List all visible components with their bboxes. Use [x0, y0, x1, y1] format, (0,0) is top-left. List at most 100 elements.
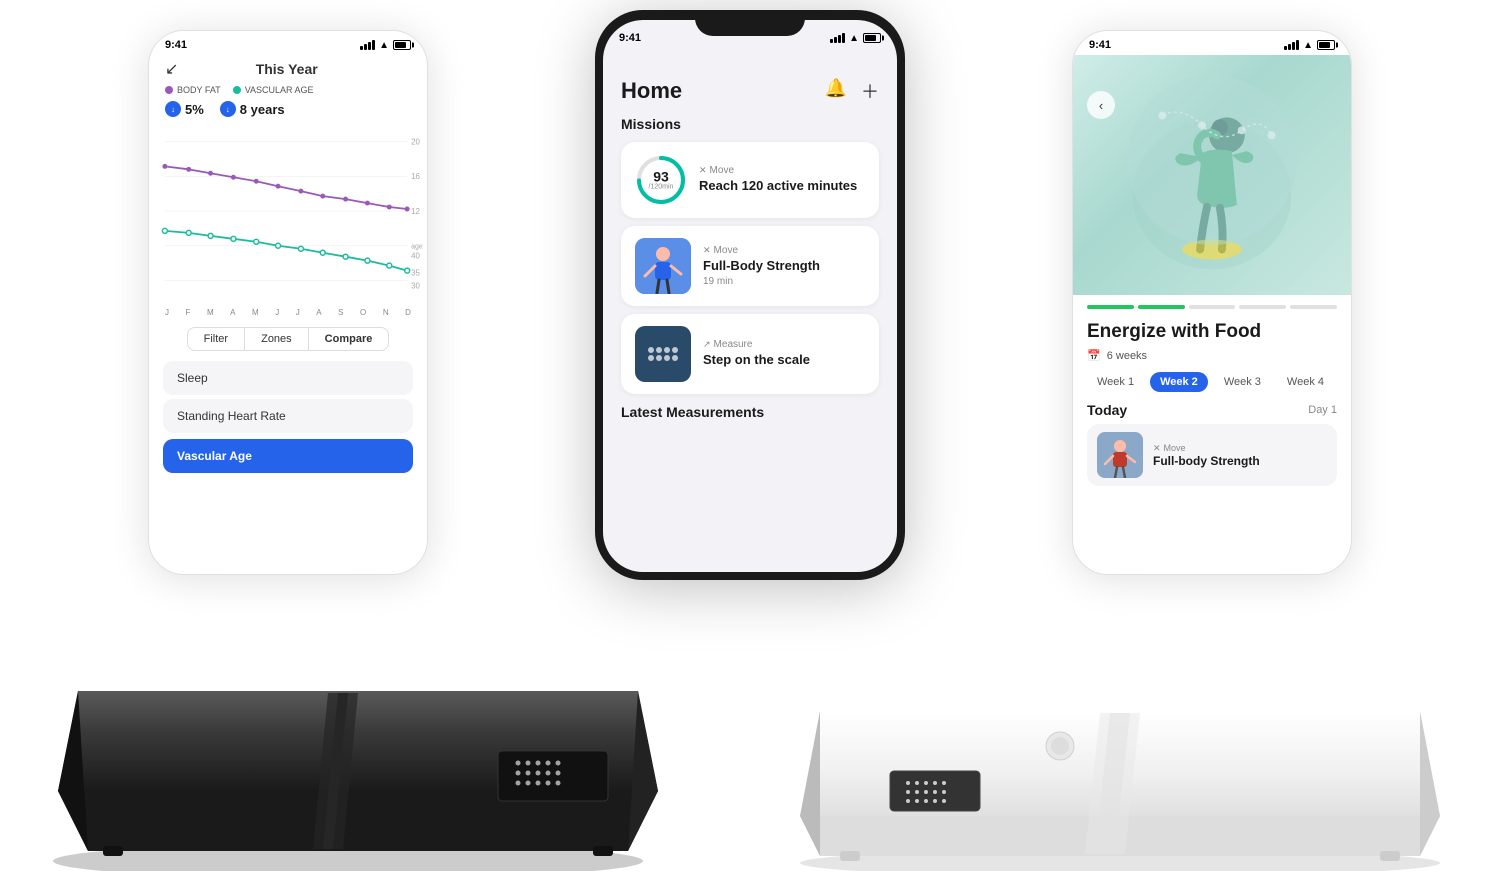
- today-label: Today: [1087, 402, 1127, 418]
- hero-image: ‹: [1073, 55, 1351, 295]
- filter-tab[interactable]: Filter: [187, 327, 245, 351]
- mission-move2-type: ✕ Move: [703, 245, 865, 256]
- mission-progress-circle: 93 /120min: [635, 154, 687, 206]
- mission-type3-label: Measure: [714, 339, 753, 350]
- body-fat-value: ↓ 5%: [165, 101, 204, 117]
- today-header: Today Day 1: [1087, 402, 1337, 418]
- wifi-icon: ▲: [379, 40, 389, 51]
- measure-icon: ↗: [703, 339, 711, 350]
- right-signal-icon: [1284, 40, 1299, 50]
- mission-move-type: ✕ Move: [699, 165, 865, 176]
- phone-left: 9:41 ▲ ↙ This Year BODY FAT VASCULAR: [148, 30, 428, 575]
- left-status-bar: 9:41 ▲: [149, 31, 427, 55]
- left-time: 9:41: [165, 39, 187, 51]
- body-fat-dot: [165, 86, 173, 94]
- sleep-item[interactable]: Sleep: [163, 361, 413, 395]
- mission-unit: /120min: [649, 184, 674, 191]
- bell-icon[interactable]: 🔔: [825, 78, 847, 104]
- left-status-icons: ▲: [360, 40, 411, 51]
- mission-duration: 19 min: [703, 276, 865, 287]
- white-scale: [770, 651, 1470, 871]
- today-type-label: Move: [1164, 443, 1186, 453]
- scale-dots: [648, 347, 678, 361]
- week-tab-1[interactable]: Week 1: [1087, 372, 1144, 392]
- duration-label: 6 weeks: [1107, 350, 1147, 362]
- calendar-icon: 📅: [1087, 349, 1101, 362]
- body-fat-circle: ↓: [165, 101, 181, 117]
- progress-seg-3: [1189, 305, 1236, 309]
- scales-section: [0, 581, 1500, 891]
- svg-text:20: 20: [411, 137, 420, 146]
- today-card-info: ✕ Move Full-body Strength: [1153, 443, 1260, 468]
- vascular-item[interactable]: Vascular Age: [163, 439, 413, 473]
- svg-text:12: 12: [411, 207, 420, 216]
- center-content: Home 🔔 ＋ Missions 93 /120min: [603, 48, 897, 420]
- mission-scale-name: Step on the scale: [703, 352, 865, 369]
- mission-active-minutes[interactable]: 93 /120min ✕ Move Reach 120 active minut…: [621, 142, 879, 218]
- vascular-number: 8 years: [240, 102, 285, 117]
- week-tab-4[interactable]: Week 4: [1277, 372, 1334, 392]
- mission-strength-info: ✕ Move Full-Body Strength 19 min: [703, 245, 865, 287]
- progress-seg-2: [1138, 305, 1185, 309]
- mission-scale[interactable]: ↗ Measure Step on the scale: [621, 314, 879, 394]
- week-tabs: Week 1 Week 2 Week 3 Week 4: [1087, 372, 1337, 392]
- center-time: 9:41: [619, 32, 641, 44]
- mission-type2-label: Move: [714, 245, 738, 256]
- back-icon[interactable]: ↙: [165, 59, 178, 79]
- center-screen: 9:41 ▲ Home 🔔 ＋: [603, 20, 897, 572]
- right-status-icons: ▲: [1284, 40, 1335, 51]
- progress-seg-5: [1290, 305, 1337, 309]
- right-status-bar: 9:41 ▲: [1073, 31, 1351, 55]
- mission-circle-text: 93 /120min: [649, 170, 674, 191]
- center-battery-icon: [863, 33, 881, 43]
- back-button[interactable]: ‹: [1087, 91, 1115, 119]
- heart-rate-item[interactable]: Standing Heart Rate: [163, 399, 413, 433]
- plus-icon[interactable]: ＋: [861, 78, 879, 104]
- chart-legend: BODY FAT VASCULAR AGE: [149, 81, 427, 99]
- day-label: Day 1: [1308, 404, 1337, 416]
- scale-image: [635, 326, 691, 382]
- notch: [695, 10, 805, 36]
- today-card-image: [1097, 432, 1143, 478]
- week-tab-3[interactable]: Week 3: [1214, 372, 1271, 392]
- vascular-circle: ↓: [220, 101, 236, 117]
- battery-icon: [393, 40, 411, 50]
- move2-icon: ✕: [703, 245, 711, 256]
- right-body: Energize with Food 📅 6 weeks Week 1 Week…: [1073, 295, 1351, 496]
- body-fat-number: 5%: [185, 102, 204, 117]
- mission-strength[interactable]: ✕ Move Full-Body Strength 19 min: [621, 226, 879, 306]
- mission-type-label: Move: [710, 165, 734, 176]
- today-card[interactable]: ✕ Move Full-body Strength: [1087, 424, 1337, 486]
- mission-active-name: Reach 120 active minutes: [699, 178, 865, 195]
- move-cross-icon: ✕: [1153, 443, 1161, 454]
- phone-right: 9:41 ▲ ‹: [1072, 30, 1352, 575]
- vascular-value: ↓ 8 years: [220, 101, 285, 117]
- right-battery-icon: [1317, 40, 1335, 50]
- progress-seg-1: [1087, 305, 1134, 309]
- vascular-label: VASCULAR AGE: [245, 85, 314, 95]
- mission-value: 93: [649, 170, 674, 184]
- svg-text:16: 16: [411, 172, 420, 181]
- chart-area: 20 16 12 age 40 35 30: [149, 121, 427, 306]
- body-fat-label: BODY FAT: [177, 85, 221, 95]
- today-type: ✕ Move: [1153, 443, 1260, 454]
- svg-text:40: 40: [411, 252, 420, 261]
- chart-header: ↙ This Year: [149, 55, 427, 81]
- mission-strength-name: Full-Body Strength: [703, 258, 865, 275]
- today-card-name: Full-body Strength: [1153, 454, 1260, 468]
- signal-icon: [360, 40, 375, 50]
- center-header: Home 🔔 ＋: [621, 78, 879, 104]
- week-tab-2[interactable]: Week 2: [1150, 372, 1208, 392]
- chart-title: This Year: [256, 61, 318, 77]
- mission-scale-info: ↗ Measure Step on the scale: [703, 339, 865, 369]
- move-icon: ✕: [699, 165, 707, 176]
- phone-center: 9:41 ▲ Home 🔔 ＋: [595, 10, 905, 580]
- zones-tab[interactable]: Zones: [245, 327, 309, 351]
- progress-seg-4: [1239, 305, 1286, 309]
- svg-text:30: 30: [411, 281, 420, 290]
- compare-tab[interactable]: Compare: [309, 327, 390, 351]
- vascular-dot: [233, 86, 241, 94]
- dark-scale: [38, 611, 678, 871]
- duration-row: 📅 6 weeks: [1087, 349, 1337, 362]
- center-status-icons: ▲: [830, 33, 881, 44]
